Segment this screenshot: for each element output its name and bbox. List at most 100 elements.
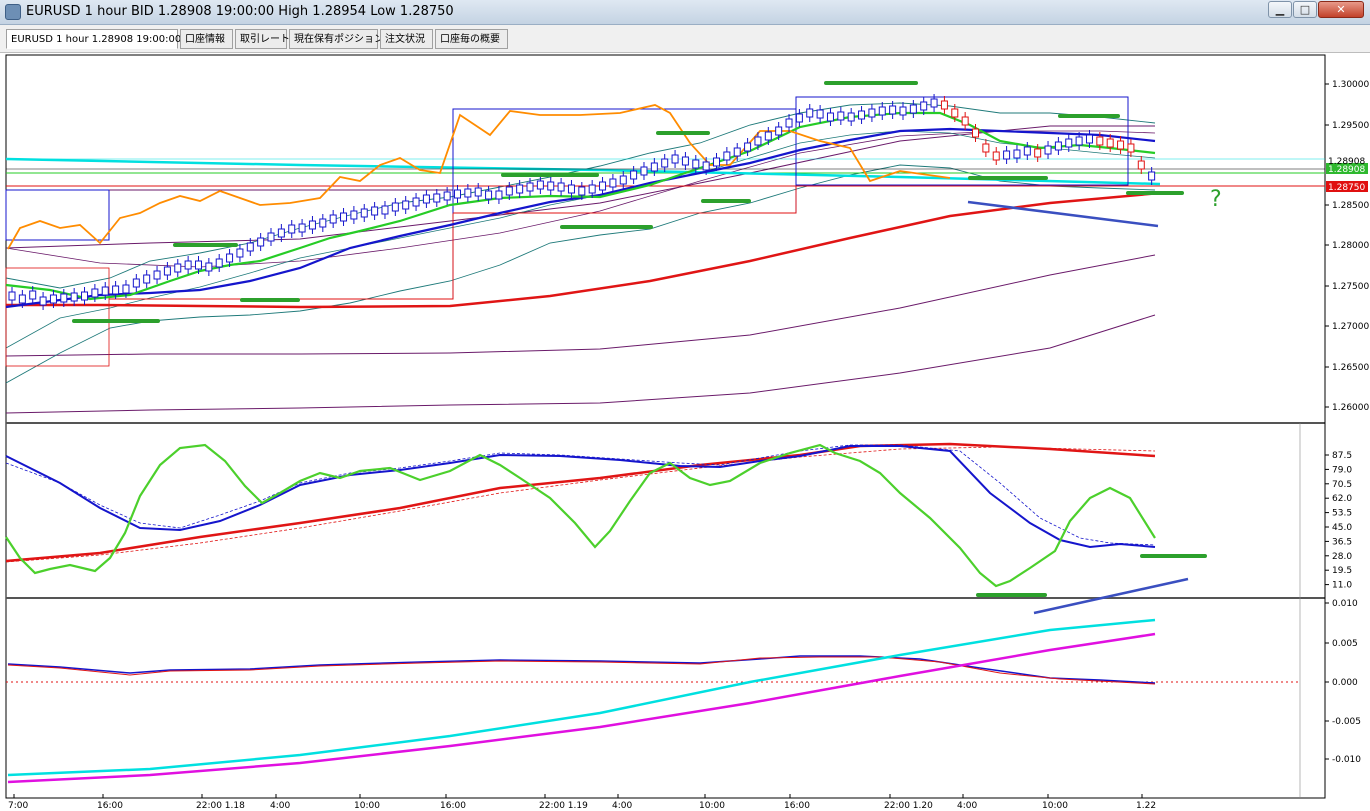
candle-body [785, 118, 793, 128]
candle-body [567, 184, 575, 194]
candle-body [288, 224, 296, 234]
candle-body [816, 109, 824, 119]
candle-body [194, 260, 202, 270]
time-axis-label: 10:00 [699, 801, 725, 811]
candle-body [723, 151, 731, 161]
candle-body [847, 112, 855, 122]
maximize-button[interactable]: □ [1293, 1, 1317, 18]
candle-body [101, 286, 109, 296]
candle-body [464, 188, 472, 198]
time-axis-label: 10:00 [354, 801, 380, 811]
close-button[interactable]: ✕ [1318, 1, 1364, 18]
candle-body [1065, 138, 1073, 148]
candle-body [972, 128, 980, 138]
macd-tick-label: 0.000 [1332, 678, 1358, 688]
candle-body [18, 294, 26, 304]
candle-body [381, 205, 389, 215]
candle-body [1013, 149, 1021, 159]
candle-body [516, 184, 524, 194]
window-title: EURUSD 1 hour BID 1.28908 19:00:00 High … [26, 4, 454, 19]
candle-body [226, 253, 234, 263]
low-price-label: 1.28750 [1328, 183, 1365, 193]
overlap-price-label: 1.28908 [1328, 157, 1365, 167]
candle-body [1034, 148, 1042, 158]
candle-body [8, 291, 16, 301]
candle-body [837, 111, 845, 121]
candle-body [184, 260, 192, 270]
candle-body [495, 190, 503, 200]
candle-body [619, 175, 627, 185]
candle-body [205, 262, 213, 272]
candle-body [246, 242, 254, 252]
candle-body [163, 266, 171, 276]
tab-chart[interactable]: EURUSD 1 hour 1.28908 19:00:00 [6, 29, 181, 49]
candle-body [889, 105, 897, 115]
candle-body [215, 258, 223, 268]
price-tick-label: 1.26000 [1332, 403, 1369, 413]
tab-account-summary[interactable]: 口座毎の概要 [435, 29, 508, 49]
candle-body [485, 190, 493, 200]
candle-body [143, 274, 151, 284]
price-tick-label: 1.27000 [1332, 322, 1369, 332]
macd-tick-label: -0.010 [1332, 755, 1361, 765]
candle-body [174, 263, 182, 273]
candle-body [402, 200, 410, 210]
candle-body [930, 98, 938, 108]
candle-body [526, 182, 534, 192]
oscillator-tick-label: 62.0 [1332, 494, 1352, 504]
candle-body [536, 180, 544, 190]
candle-body [122, 284, 130, 294]
candle-body [650, 162, 658, 172]
candle-body [940, 100, 948, 110]
time-axis-label: 16:00 [784, 801, 810, 811]
macd-tick-label: -0.005 [1332, 717, 1361, 727]
candle-body [277, 228, 285, 238]
tab-rates[interactable]: 取引レート [235, 29, 290, 49]
candle-body [329, 214, 337, 224]
macd-tick-label: 0.005 [1332, 639, 1358, 649]
candle-body [557, 182, 565, 192]
candle-body [360, 208, 368, 218]
candle-body [578, 186, 586, 196]
candle-body [868, 108, 876, 118]
candle-body [609, 178, 617, 188]
candle-body [1044, 145, 1052, 155]
candle-body [713, 157, 721, 167]
candle-body [858, 110, 866, 120]
time-axis-label: 1.22 [1136, 801, 1156, 811]
candle-body [1003, 150, 1011, 160]
candle-body [1127, 143, 1135, 153]
candle-body [764, 131, 772, 141]
candle-body [1137, 160, 1145, 170]
price-tick-label: 1.29500 [1332, 121, 1369, 131]
app-icon[interactable] [5, 4, 21, 20]
tab-positions[interactable]: 現在保有ポジション [289, 29, 384, 49]
candle-body [671, 154, 679, 164]
time-axis-label: 22:00 1.20 [884, 801, 933, 811]
question-mark-annotation: ? [1210, 187, 1222, 212]
time-axis-label: 10:00 [1042, 801, 1068, 811]
candle-body [29, 290, 37, 300]
candle-body [350, 210, 358, 220]
oscillator-tick-label: 11.0 [1332, 581, 1352, 591]
candle-body [1023, 146, 1031, 156]
time-axis-label: 7:00 [8, 801, 28, 811]
candle-body [681, 156, 689, 166]
tab-account-info[interactable]: 口座情報 [180, 29, 233, 49]
candle-body [702, 161, 710, 171]
tab-orders[interactable]: 注文状況 [380, 29, 433, 49]
candle-body [588, 184, 596, 194]
candle-body [640, 166, 648, 176]
candle-body [1075, 136, 1083, 146]
candle-body [453, 189, 461, 199]
candle-body [1117, 140, 1125, 150]
candle-body [899, 106, 907, 116]
title-bar: EURUSD 1 hour BID 1.28908 19:00:00 High … [0, 0, 1370, 25]
time-axis-label: 4:00 [270, 801, 290, 811]
price-tick-label: 1.26500 [1332, 363, 1369, 373]
chart-area[interactable]: ? 1.30000 1.29500 1.28500 1.28000 1.27500 1.2… [0, 53, 1370, 811]
oscillator-tick-label: 19.5 [1332, 566, 1352, 576]
minimize-button[interactable]: ▁ [1268, 1, 1292, 18]
candle-body [1106, 138, 1114, 148]
candle-body [961, 116, 969, 126]
